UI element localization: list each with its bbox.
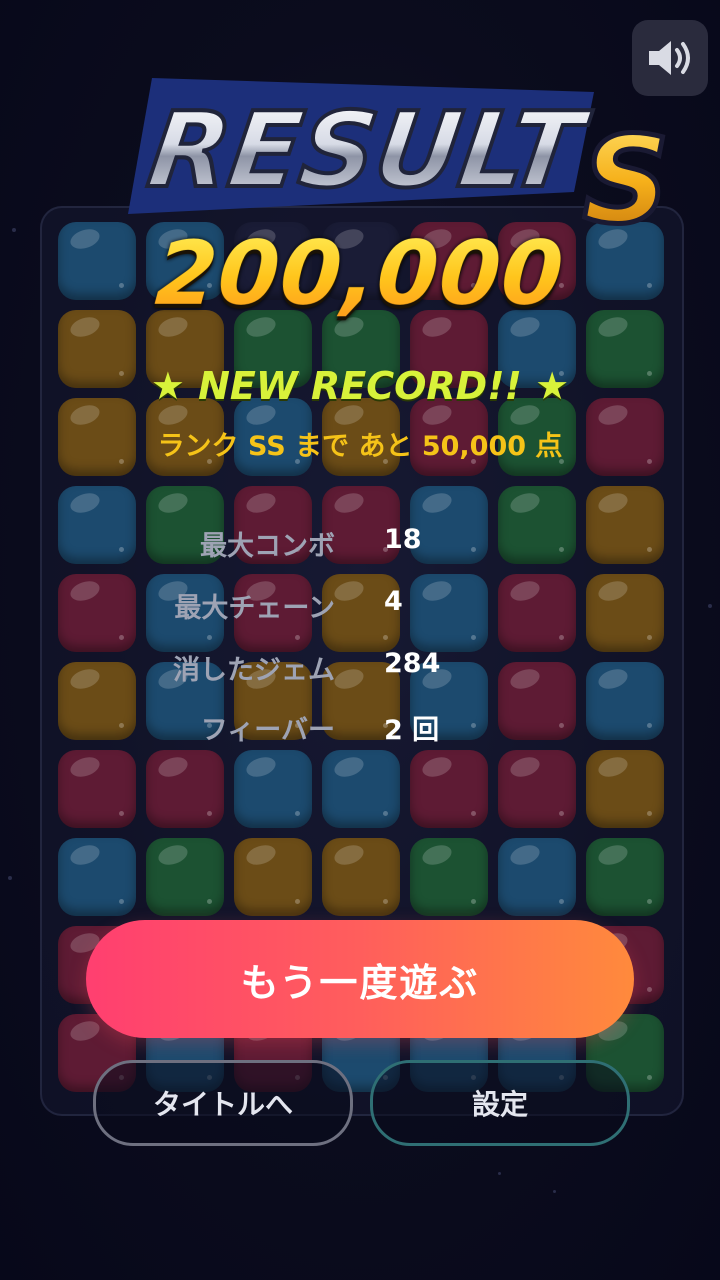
speaker-volume-icon bbox=[649, 41, 690, 75]
gem-tile bbox=[58, 662, 136, 740]
gem-tile bbox=[58, 838, 136, 916]
gem-tile bbox=[498, 750, 576, 828]
new-record-banner: ★ NEW RECORD!! ★ bbox=[150, 364, 570, 408]
svg-text:S: S bbox=[583, 118, 669, 248]
background-star bbox=[12, 228, 16, 232]
gem-tile bbox=[498, 838, 576, 916]
gem-tile bbox=[234, 750, 312, 828]
svg-text:RESULT: RESULT bbox=[142, 89, 597, 210]
gem-tile bbox=[586, 662, 664, 740]
gem-tile bbox=[146, 838, 224, 916]
gem-tile bbox=[586, 750, 664, 828]
gem-tile bbox=[234, 838, 312, 916]
gem-tile bbox=[58, 574, 136, 652]
background-star bbox=[498, 1172, 501, 1175]
background-star bbox=[708, 604, 712, 608]
next-rank-hint: ランク SS まで あと 50,000 点 bbox=[157, 431, 563, 462]
background-star bbox=[8, 876, 12, 880]
stat-value-fever: 2 回 bbox=[384, 715, 440, 746]
result-title-logo: RESULT bbox=[122, 74, 602, 224]
stat-label-fever: フィーバー bbox=[200, 715, 335, 746]
stat-value-max-combo: 18 bbox=[384, 524, 422, 555]
gem-tile bbox=[586, 838, 664, 916]
stat-value-max-chain: 4 bbox=[384, 586, 403, 617]
sound-toggle-button[interactable] bbox=[632, 20, 708, 96]
gem-tile bbox=[58, 750, 136, 828]
settings-button[interactable]: 設定 bbox=[370, 1060, 630, 1146]
gem-tile bbox=[58, 486, 136, 564]
gem-tile bbox=[410, 838, 488, 916]
stat-label-gems-cleared: 消したジェム bbox=[173, 655, 335, 686]
gem-tile bbox=[322, 750, 400, 828]
stat-value-gems-cleared: 284 bbox=[384, 648, 441, 679]
gem-tile bbox=[58, 222, 136, 300]
background-star bbox=[553, 1190, 556, 1193]
back-to-title-button[interactable]: タイトルへ bbox=[93, 1060, 353, 1146]
play-again-button[interactable]: もう一度遊ぶ bbox=[86, 920, 634, 1038]
gem-tile bbox=[586, 574, 664, 652]
gem-tile bbox=[586, 486, 664, 564]
stat-label-max-chain: 最大チェーン bbox=[174, 593, 335, 624]
rank-badge: S bbox=[574, 110, 674, 254]
final-score: 200,000 bbox=[137, 222, 584, 325]
gem-tile bbox=[146, 750, 224, 828]
gem-tile bbox=[322, 838, 400, 916]
gem-tile bbox=[410, 750, 488, 828]
stat-label-max-combo: 最大コンボ bbox=[200, 531, 335, 562]
